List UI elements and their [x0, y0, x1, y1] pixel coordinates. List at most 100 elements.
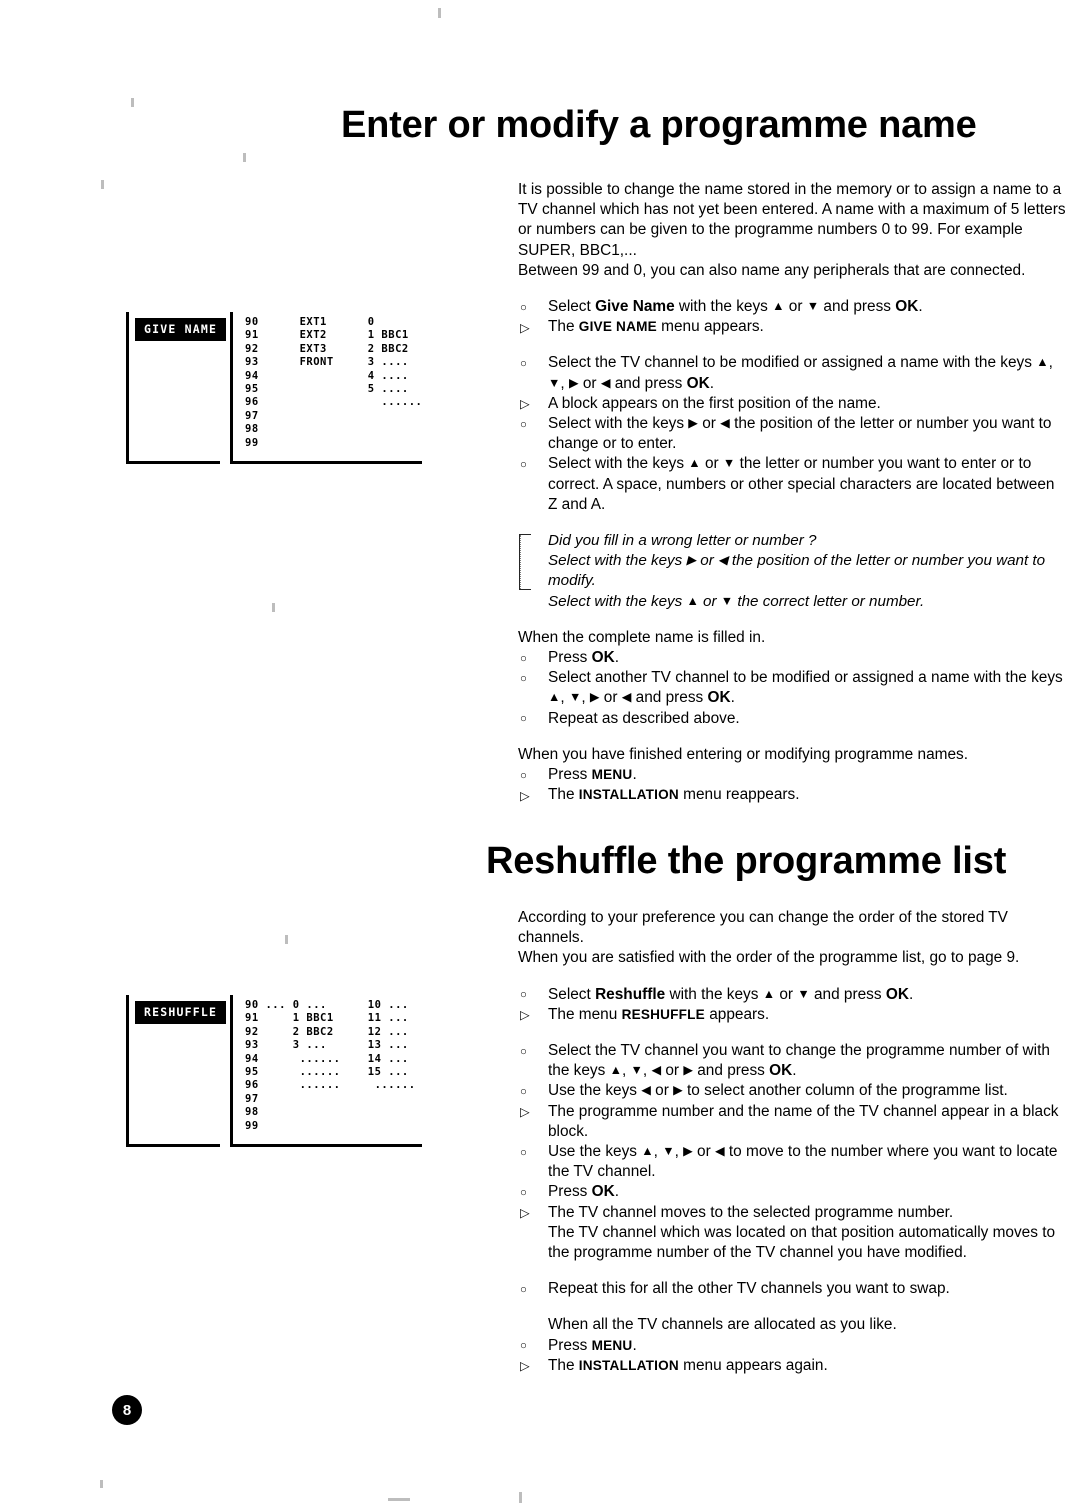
scan-speck [131, 98, 134, 107]
menu-chip-give-name: GIVE NAME [135, 318, 227, 341]
bullet-triangle-icon: ▷ [520, 1359, 530, 1374]
note-bracket-icon [519, 534, 531, 591]
step-item: ○ Select the TV channel you want to chang… [518, 1041, 1066, 1081]
step-text: Select the TV channel to be modified or … [548, 354, 1053, 392]
bullet-triangle-icon: ▷ [520, 397, 530, 412]
programme-row: 97 [245, 1092, 259, 1105]
page-title-reshuffle: Reshuffle the programme list [486, 840, 1007, 882]
programme-row: 99 [245, 436, 259, 449]
programme-row: 90 ... 0 ... 10 ... [245, 999, 409, 1011]
menu-chip-reshuffle: RESHUFFLE [135, 1001, 227, 1024]
programme-list-rows: 90 ... 0 ... 10 ... 91 1 BBC1 11 ... 92 2 … [245, 999, 420, 1133]
programme-list-rows: 90 EXT1 0 91 EXT2 1 BBC1 92 EXT3 2 BBC2 93 … [245, 316, 422, 450]
step-item: ○ Select Give Name with the keys ▲ or ▼ a… [518, 297, 1066, 317]
programme-row: 91 1 BBC1 11 ... [245, 1012, 409, 1025]
step-text: The INSTALLATION menu reappears. [548, 786, 800, 804]
figure-left-panel: GIVE NAME [126, 312, 227, 464]
step-list-reshuffle-3: ○ Repeat this for all the other TV channe… [518, 1279, 1066, 1299]
programme-row: 92 2 BBC2 12 ... [245, 1025, 409, 1038]
note-line: Did you fill in a wrong letter or number… [548, 532, 817, 550]
step-item: ▷ The INSTALLATION menu appears again. [518, 1356, 1066, 1376]
figure-right-panel: 90 EXT1 0 91 EXT2 1 BBC1 92 EXT3 2 BBC2 93 … [230, 312, 422, 464]
bullet-circle-icon: ○ [520, 1283, 527, 1296]
step-text: The INSTALLATION menu appears again. [548, 1356, 828, 1374]
step-text: Repeat as described above. [548, 709, 740, 727]
step-text: The menu RESHUFFLE appears. [548, 1005, 770, 1023]
step-item: ▷ The INSTALLATION menu reappears. [518, 785, 1066, 805]
step-list-reshuffle-4: ○ Press MENU. ▷ The INSTALLATION menu appea… [518, 1336, 1066, 1376]
intro-paragraph-2: Between 99 and 0, you can also name any … [518, 261, 1026, 279]
programme-row: 96 ...... ...... [245, 1079, 416, 1092]
bullet-triangle-icon: ▷ [520, 1206, 530, 1221]
step-item: ○ Select with the keys ▶ or ◀ the positio… [518, 414, 1066, 454]
programme-row: 94 4 .... [245, 369, 409, 382]
step-text: Select with the keys ▲ or ▼ the letter o… [548, 455, 1055, 513]
scan-speck [388, 1498, 410, 1501]
body-column-give-name: It is possible to change the name stored… [518, 180, 1066, 805]
programme-row: 97 [245, 409, 259, 422]
bullet-circle-icon: ○ [520, 1146, 527, 1159]
bullet-circle-icon: ○ [520, 1340, 527, 1353]
step-item: ○ Select Reshuffle with the keys ▲ or ▼ a… [518, 985, 1066, 1005]
scan-speck [285, 935, 288, 944]
tv-screen-figure-give-name: GIVE NAME 90 EXT1 0 91 EXT2 1 BBC1 92 EXT3… [126, 312, 422, 464]
bullet-circle-icon: ○ [520, 418, 527, 431]
programme-row: 92 EXT3 2 BBC2 [245, 342, 409, 355]
step-item: ▷ A block appears on the first position o… [518, 394, 1066, 414]
bullet-circle-icon: ○ [520, 989, 527, 1002]
scan-speck [272, 603, 275, 612]
intro-paragraph-1: It is possible to change the name stored… [518, 181, 1066, 259]
figure-right-panel: 90 ... 0 ... 10 ... 91 1 BBC1 11 ... 92 2 … [230, 995, 422, 1147]
step-text: Select another TV channel to be modified… [548, 669, 1063, 707]
step-list-give-name-4: ○ Press MENU. ▷ The INSTALLATION menu reapp… [518, 765, 1066, 805]
continuation-paragraph: The TV channel which was located on that… [548, 1223, 1056, 1262]
step-item: ○ Use the keys ▲, ▼, ▶ or ◀ to move to th… [518, 1142, 1066, 1182]
step-text: Press MENU. [548, 1336, 637, 1354]
tv-screen-figure-reshuffle: RESHUFFLE 90 ... 0 ... 10 ... 91 1 BBC1 1… [126, 995, 422, 1147]
scan-speck [519, 1492, 522, 1503]
note-line: Select with the keys ▶ or ◀ the position… [548, 552, 1046, 590]
programme-row: 95 ...... 15 ... [245, 1066, 409, 1079]
step-text: Select Reshuffle with the keys ▲ or ▼ an… [548, 985, 914, 1003]
step-text: Select Give Name with the keys ▲ or ▼ an… [548, 298, 923, 316]
programme-row: 94 ...... 14 ... [245, 1052, 409, 1065]
step-item: ○ Press OK. [518, 648, 1066, 668]
step-list-reshuffle-2: ○ Select the TV channel you want to chang… [518, 1041, 1066, 1223]
lead-in-1: When the complete name is filled in. [518, 628, 766, 646]
step-text: Press OK. [548, 1183, 619, 1201]
document-page: Enter or modify a programme name GIVE NA… [0, 0, 1080, 1511]
page-number-badge: 8 [112, 1395, 142, 1425]
bullet-triangle-icon: ▷ [520, 1105, 530, 1120]
note-line: Select with the keys ▲ or ▼ the correct … [548, 592, 925, 610]
step-item: ○ Select another TV channel to be modifie… [518, 668, 1066, 708]
lead-in-1: When all the TV channels are allocated a… [548, 1316, 897, 1334]
note-lines: Did you fill in a wrong letter or number… [548, 531, 1066, 612]
step-item: ▷ The menu RESHUFFLE appears. [518, 1005, 1066, 1025]
programme-row: 98 [245, 423, 259, 436]
intro-paragraph-1: According to your preference you can cha… [518, 909, 1008, 947]
bullet-circle-icon: ○ [520, 713, 527, 726]
programme-row: 95 5 .... [245, 383, 409, 396]
step-list-reshuffle-1: ○ Select Reshuffle with the keys ▲ or ▼ a… [518, 985, 1066, 1025]
bullet-circle-icon: ○ [520, 458, 527, 471]
programme-row: 90 EXT1 0 [245, 316, 375, 328]
step-item: ○ Select the TV channel to be modified or… [518, 353, 1066, 393]
scan-speck [438, 8, 441, 18]
step-list-give-name-1: ○ Select Give Name with the keys ▲ or ▼ a… [518, 297, 1066, 337]
bullet-circle-icon: ○ [520, 1045, 527, 1058]
bullet-circle-icon: ○ [520, 301, 527, 314]
page-title-give-name: Enter or modify a programme name [341, 104, 977, 146]
bullet-circle-icon: ○ [520, 1186, 527, 1199]
step-text: Press MENU. [548, 766, 637, 784]
step-text: Use the keys ◀ or ▶ to select another co… [548, 1082, 1008, 1100]
step-text: Select the TV channel you want to change… [548, 1042, 1050, 1080]
intro-paragraph-2: When you are satisfied with the order of… [518, 949, 1020, 967]
step-text: Repeat this for all the other TV channel… [548, 1280, 950, 1298]
scan-speck [101, 180, 104, 189]
bullet-circle-icon: ○ [520, 652, 527, 665]
programme-row: 93 FRONT 3 .... [245, 356, 409, 369]
step-item: ▷ The TV channel moves to the selected pr… [518, 1203, 1066, 1223]
step-item: ○ Repeat this for all the other TV channe… [518, 1279, 1066, 1299]
step-item: ○ Press MENU. [518, 1336, 1066, 1356]
bullet-circle-icon: ○ [520, 1085, 527, 1098]
